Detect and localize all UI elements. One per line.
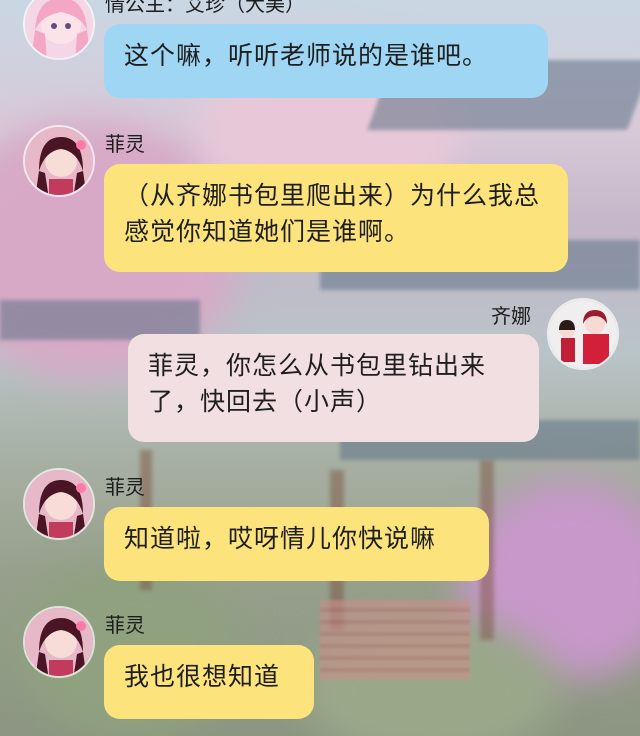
avatar[interactable] — [23, 468, 95, 540]
message-bubble[interactable]: 我也很想知道 — [104, 645, 314, 719]
message-bubble[interactable]: 知道啦，哎呀情儿你快说嘛 — [104, 507, 489, 581]
message-bubble[interactable]: （从齐娜书包里爬出来）为什么我总感觉你知道她们是谁啊。 — [104, 164, 568, 272]
sender-name: 菲灵 — [105, 613, 145, 637]
avatar[interactable] — [547, 298, 619, 370]
sender-name: 齐娜 — [491, 304, 531, 328]
message-bubble[interactable]: 菲灵，你怎么从书包里钻出来了，快回去（小声） — [128, 334, 539, 442]
avatar[interactable] — [23, 125, 95, 197]
message-bubble[interactable]: 这个嘛，听听老师说的是谁吧。 — [104, 24, 548, 98]
sender-name: 菲灵 — [105, 132, 145, 156]
sender-name: 情公主：艾珍（大美） — [105, 0, 305, 16]
sender-name: 菲灵 — [105, 475, 145, 499]
avatar[interactable] — [23, 606, 95, 678]
